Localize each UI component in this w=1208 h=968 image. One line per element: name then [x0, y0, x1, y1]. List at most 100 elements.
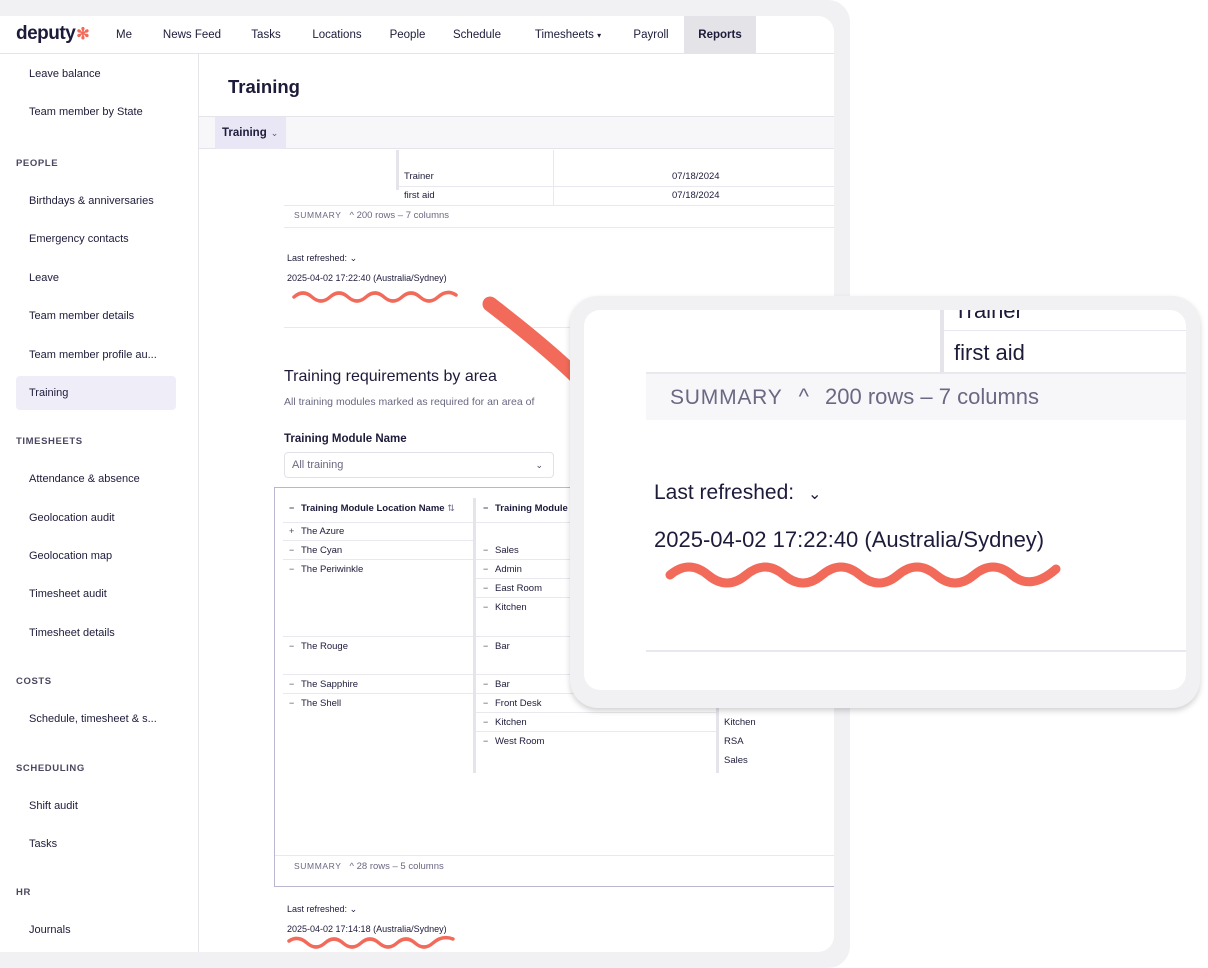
- area-row[interactable]: − Sales: [483, 545, 519, 556]
- collapse-icon[interactable]: −: [483, 564, 491, 574]
- location-row[interactable]: − The Cyan: [289, 545, 342, 556]
- sidebar-item-training[interactable]: Training: [16, 376, 176, 410]
- nav-me[interactable]: Me: [103, 16, 145, 54]
- zoom-last-refreshed[interactable]: Last refreshed: ⌄: [654, 481, 821, 505]
- collapse-icon[interactable]: −: [483, 698, 491, 708]
- nav-news-feed[interactable]: News Feed: [155, 16, 229, 54]
- area-row[interactable]: − Kitchen: [483, 717, 527, 728]
- chevron-down-icon: ⌄: [807, 486, 822, 503]
- nav-payroll[interactable]: Payroll: [625, 16, 677, 54]
- column-header-module-label: Training Module: [495, 503, 568, 514]
- collapse-icon[interactable]: −: [483, 717, 491, 727]
- row-divider: [646, 650, 1186, 652]
- nav-schedule[interactable]: Schedule: [444, 16, 510, 54]
- sidebar-item-timesheet-details[interactable]: Timesheet details: [16, 616, 176, 650]
- caret-up-icon: ^: [349, 210, 354, 221]
- area-name: East Room: [495, 583, 542, 594]
- sort-icon[interactable]: ⇅: [447, 503, 455, 513]
- brand-star-icon: ✻: [76, 26, 90, 43]
- collapse-icon[interactable]: −: [483, 679, 491, 689]
- row-divider: [284, 227, 834, 228]
- location-row[interactable]: + The Azure: [289, 526, 344, 537]
- sidebar-item-timesheet-audit[interactable]: Timesheet audit: [16, 577, 176, 611]
- area-row[interactable]: − Bar: [483, 641, 510, 652]
- chevron-down-icon: ⌄: [349, 253, 358, 263]
- location-row[interactable]: − The Periwinkle: [289, 564, 363, 575]
- location-name: The Cyan: [301, 545, 343, 556]
- last-refreshed[interactable]: Last refreshed: ⌄: [287, 253, 357, 264]
- sidebar-item-journals[interactable]: Journals: [16, 913, 176, 947]
- sidebar-item-emergency-contacts[interactable]: Emergency contacts: [16, 222, 176, 256]
- module-cell: Kitchen: [724, 717, 756, 728]
- row-divider: [476, 731, 716, 732]
- area-name: Bar: [495, 641, 510, 652]
- sidebar-item-leave[interactable]: Leave: [16, 261, 176, 295]
- nav-tasks[interactable]: Tasks: [242, 16, 290, 54]
- nav-locations[interactable]: Locations: [302, 16, 372, 54]
- tab-training[interactable]: Training ⌄: [215, 117, 286, 149]
- area-name: Front Desk: [495, 698, 542, 709]
- area-row[interactable]: − Admin: [483, 564, 522, 575]
- column-header-module[interactable]: − Training Module: [483, 503, 568, 514]
- row-divider: [283, 674, 473, 675]
- sidebar-item-team-member-profile[interactable]: Team member profile au...: [16, 338, 176, 372]
- collapse-icon[interactable]: −: [483, 503, 491, 513]
- zoom-callout-content: Trainer first aid SUMMARY ^ 200 rows – 7 …: [584, 310, 1186, 690]
- collapse-icon[interactable]: −: [289, 679, 297, 689]
- location-name: The Rouge: [301, 641, 349, 652]
- row-divider: [283, 636, 473, 637]
- collapse-icon[interactable]: −: [483, 602, 491, 612]
- sidebar-item-schedule-costs[interactable]: Schedule, timesheet & s...: [16, 702, 176, 736]
- collapse-icon[interactable]: −: [483, 583, 491, 593]
- zoom-summary[interactable]: SUMMARY ^ 200 rows – 7 columns: [670, 384, 1039, 410]
- area-row[interactable]: − Bar: [483, 679, 510, 690]
- summary-count: 200 rows – 7 columns: [825, 384, 1040, 409]
- location-row[interactable]: − The Rouge: [289, 641, 348, 652]
- sidebar-item-tasks[interactable]: Tasks: [16, 827, 176, 861]
- row-divider: [275, 855, 834, 856]
- sidebar-item-shift-audit[interactable]: Shift audit: [16, 789, 176, 823]
- collapse-icon[interactable]: −: [289, 545, 297, 555]
- zoom-row-trainer: Trainer: [954, 310, 1023, 323]
- pivot-summary[interactable]: SUMMARY ^ 28 rows – 5 columns: [294, 861, 444, 872]
- sidebar-item-geolocation-audit[interactable]: Geolocation audit: [16, 501, 176, 535]
- sidebar-item-geolocation-map[interactable]: Geolocation map: [16, 539, 176, 573]
- area-row[interactable]: − Kitchen: [483, 602, 527, 613]
- deputy-logo[interactable]: deputy✻: [16, 23, 90, 45]
- sidebar-item-birthdays[interactable]: Birthdays & anniversaries: [16, 184, 176, 218]
- area-row[interactable]: − East Room: [483, 583, 542, 594]
- collapse-icon[interactable]: −: [483, 641, 491, 651]
- expand-icon[interactable]: +: [289, 526, 297, 536]
- location-row[interactable]: − The Sapphire: [289, 679, 358, 690]
- sidebar-item-leave-balance[interactable]: Leave balance: [16, 57, 176, 91]
- area-row[interactable]: − Front Desk: [483, 698, 541, 709]
- location-row[interactable]: − The Shell: [289, 698, 341, 709]
- table-summary[interactable]: SUMMARY ^ 200 rows – 7 columns: [294, 210, 449, 221]
- sidebar-item-attendance[interactable]: Attendance & absence: [16, 462, 176, 496]
- collapse-icon[interactable]: −: [289, 564, 297, 574]
- highlight-squiggle: [665, 562, 1061, 588]
- collapse-icon[interactable]: −: [289, 503, 297, 513]
- collapse-icon[interactable]: −: [483, 545, 491, 555]
- nav-reports[interactable]: Reports: [684, 16, 756, 54]
- collapse-icon[interactable]: −: [289, 641, 297, 651]
- sidebar-item-team-member-details[interactable]: Team member details: [16, 299, 176, 333]
- sidebar-heading-scheduling: SCHEDULING: [16, 763, 85, 774]
- collapse-icon[interactable]: −: [289, 698, 297, 708]
- nav-people[interactable]: People: [380, 16, 435, 54]
- chevron-down-icon: ⌄: [270, 128, 279, 138]
- area-name: West Room: [495, 736, 545, 747]
- nav-timesheets[interactable]: Timesheets ▾: [524, 16, 612, 54]
- area-row[interactable]: − West Room: [483, 736, 544, 747]
- module-cell: RSA: [724, 736, 744, 747]
- module-cell: Sales: [724, 755, 748, 766]
- collapse-icon[interactable]: −: [483, 736, 491, 746]
- column-header-location[interactable]: − Training Module Location Name ⇅: [289, 503, 455, 514]
- column-divider: [940, 310, 944, 372]
- sidebar-item-team-member-by-state[interactable]: Team member by State: [16, 95, 176, 129]
- location-name: The Periwinkle: [301, 564, 364, 575]
- table-cell-module: first aid: [404, 190, 435, 201]
- last-refreshed[interactable]: Last refreshed: ⌄: [287, 904, 357, 915]
- sidebar-heading-hr: HR: [16, 887, 31, 898]
- last-refreshed-label: Last refreshed:: [654, 481, 795, 504]
